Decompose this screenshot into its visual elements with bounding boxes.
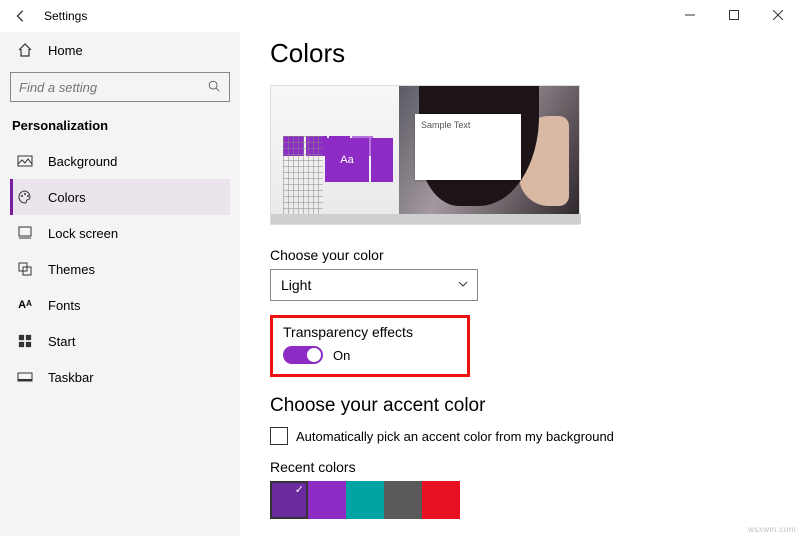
sidebar-item-label: Lock screen bbox=[48, 226, 118, 241]
search-box[interactable] bbox=[10, 72, 230, 102]
sidebar-item-themes[interactable]: Themes bbox=[10, 251, 230, 287]
sidebar-item-label: Taskbar bbox=[48, 370, 94, 385]
sidebar-item-taskbar[interactable]: Taskbar bbox=[10, 359, 230, 395]
maximize-button[interactable] bbox=[712, 0, 756, 30]
sidebar-home[interactable]: Home bbox=[10, 32, 230, 68]
color-swatch[interactable] bbox=[422, 481, 460, 519]
recent-colors-row bbox=[270, 481, 800, 519]
window-title: Settings bbox=[44, 9, 87, 23]
themes-icon bbox=[16, 261, 34, 277]
auto-accent-label: Automatically pick an accent color from … bbox=[296, 429, 614, 444]
transparency-toggle[interactable] bbox=[283, 346, 323, 364]
preview-tile-text: Aa bbox=[325, 138, 369, 182]
home-icon bbox=[16, 42, 34, 58]
watermark: wsxwm.com bbox=[748, 525, 796, 534]
color-swatch[interactable] bbox=[384, 481, 422, 519]
preview-start-tiles: Aa bbox=[283, 136, 403, 214]
sidebar-category: Personalization bbox=[12, 118, 230, 133]
sidebar-item-label: Background bbox=[48, 154, 117, 169]
palette-icon bbox=[16, 189, 34, 205]
highlight-box: Transparency effects On bbox=[270, 315, 470, 377]
sidebar-item-label: Fonts bbox=[48, 298, 81, 313]
accent-heading: Choose your accent color bbox=[270, 395, 800, 417]
fonts-icon: AA bbox=[16, 299, 34, 311]
sidebar: Home Personalization Background Colors L… bbox=[0, 32, 240, 536]
sidebar-item-fonts[interactable]: AA Fonts bbox=[10, 287, 230, 323]
recent-colors-label: Recent colors bbox=[270, 459, 800, 475]
auto-accent-checkbox[interactable] bbox=[270, 427, 288, 445]
search-input[interactable] bbox=[19, 80, 207, 95]
choose-color-select[interactable]: Light bbox=[270, 269, 478, 301]
taskbar-icon bbox=[16, 369, 34, 385]
sidebar-item-start[interactable]: Start bbox=[10, 323, 230, 359]
preview-window: Sample Text bbox=[415, 114, 521, 180]
sidebar-item-label: Colors bbox=[48, 190, 86, 205]
main-content: Colors Aa Sample Text Choose your color … bbox=[240, 32, 800, 536]
sidebar-item-colors[interactable]: Colors bbox=[10, 179, 230, 215]
color-swatch[interactable] bbox=[270, 481, 308, 519]
minimize-button[interactable] bbox=[668, 0, 712, 30]
color-swatch[interactable] bbox=[308, 481, 346, 519]
transparency-label: Transparency effects bbox=[283, 324, 457, 340]
choose-color-value: Light bbox=[281, 277, 311, 293]
back-button[interactable] bbox=[8, 0, 34, 32]
search-icon bbox=[207, 79, 221, 96]
start-icon bbox=[16, 334, 34, 348]
lockscreen-icon bbox=[16, 225, 34, 241]
close-button[interactable] bbox=[756, 0, 800, 30]
sidebar-item-label: Start bbox=[48, 334, 75, 349]
sidebar-item-label: Themes bbox=[48, 262, 95, 277]
preview-sample-text: Sample Text bbox=[421, 120, 470, 130]
color-swatch[interactable] bbox=[346, 481, 384, 519]
sidebar-item-lockscreen[interactable]: Lock screen bbox=[10, 215, 230, 251]
transparency-state: On bbox=[333, 348, 350, 363]
page-title: Colors bbox=[270, 38, 800, 69]
preview-taskbar bbox=[271, 214, 581, 224]
chevron-down-icon bbox=[457, 277, 469, 293]
picture-icon bbox=[16, 153, 34, 169]
choose-color-label: Choose your color bbox=[270, 247, 800, 263]
sidebar-home-label: Home bbox=[48, 43, 83, 58]
sidebar-item-background[interactable]: Background bbox=[10, 143, 230, 179]
preview-pane: Aa Sample Text bbox=[270, 85, 580, 225]
